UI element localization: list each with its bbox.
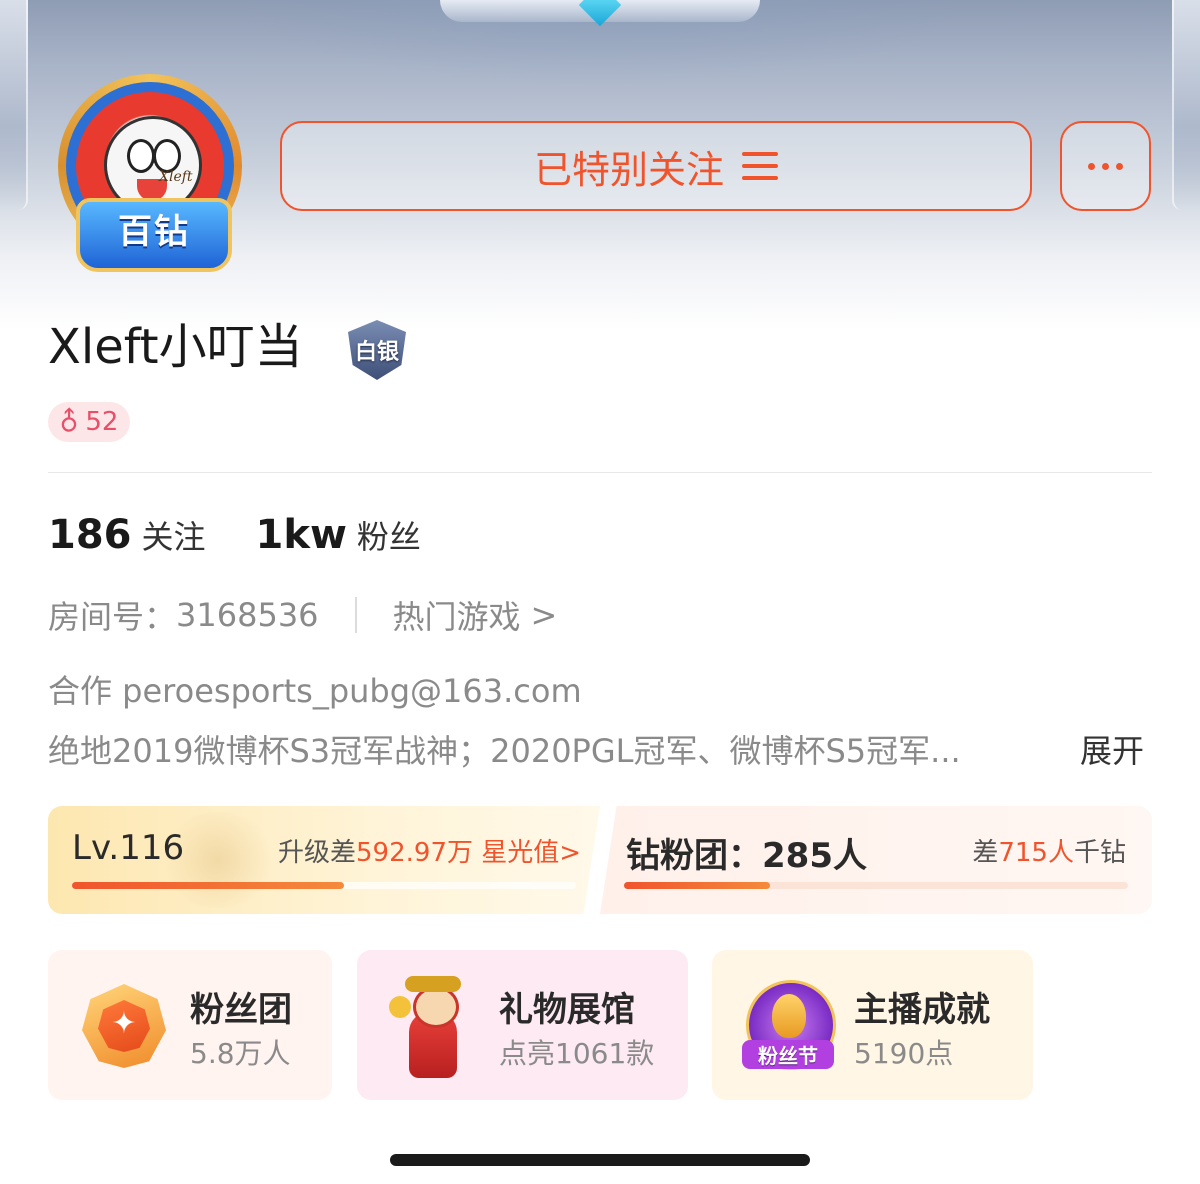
follow-stats: 186 关注 1kw 粉丝: [48, 512, 421, 558]
bio-description: 绝地2019微博杯S3冠军战神；2020PGL冠军、微博杯S5冠军...: [48, 732, 961, 770]
avatar[interactable]: Xleft 百钻: [58, 74, 248, 272]
fans-count[interactable]: 1kw: [256, 512, 347, 558]
diamond-fan-gap: 差715人千钻: [972, 838, 1126, 868]
level-progress-bar: [72, 882, 576, 889]
fans-label[interactable]: 粉丝: [357, 512, 421, 558]
age-value: 52: [85, 407, 119, 437]
divider: [48, 472, 1152, 473]
room-label: 房间号：: [48, 598, 177, 636]
menu-lines-icon: [742, 152, 778, 180]
level-upgrade-info: 升级差592.97万 星光值>: [278, 838, 582, 868]
decorative-frame: [0, 0, 1200, 210]
special-follow-button[interactable]: 已特别关注: [280, 121, 1032, 211]
god-of-wealth-gift-icon: [385, 972, 481, 1082]
follow-button-label: 已特别关注: [533, 147, 724, 192]
rank-badge[interactable]: 白银: [342, 318, 412, 382]
level-card[interactable]: Lv.116 升级差592.97万 星光值>: [48, 806, 600, 914]
following-label[interactable]: 关注: [142, 512, 206, 558]
level-progress-fill: [72, 882, 345, 889]
fan-club-tile[interactable]: ✦ 粉丝团 5.8万人: [48, 950, 332, 1100]
tile-subtitle: 点亮1061款: [499, 1037, 655, 1070]
diamond-fan-title: 钻粉团：285人: [626, 836, 867, 876]
more-dots-icon: [1088, 162, 1095, 170]
room-id[interactable]: 3168536: [176, 596, 319, 634]
following-count[interactable]: 186: [48, 512, 132, 558]
chevron-right-icon[interactable]: >: [531, 596, 558, 634]
level-value: Lv.116: [72, 828, 185, 868]
expand-bio-button[interactable]: 展开: [1080, 726, 1144, 772]
room-info-row: 房间号： 3168536 热门游戏 >: [48, 592, 557, 638]
tile-title: 主播成就: [854, 990, 990, 1030]
diamond-fan-progress-fill: [624, 882, 771, 889]
achievements-tile[interactable]: 粉丝节 主播成就 5190点: [712, 950, 1033, 1100]
fan-club-star-icon: ✦: [78, 980, 170, 1072]
more-button[interactable]: [1060, 121, 1151, 211]
bio-contact: 合作 peroesports_pubg@163.com: [48, 672, 582, 710]
diamond-fan-card[interactable]: 钻粉团：285人 差715人千钻: [600, 806, 1152, 914]
tile-title: 粉丝团: [190, 990, 292, 1030]
streamer-name: Xleft小叮当: [48, 319, 303, 375]
hot-games-link[interactable]: 热门游戏: [393, 592, 521, 638]
tile-title: 礼物展馆: [499, 990, 635, 1030]
fan-festival-gourd-icon: 粉丝节: [742, 976, 836, 1076]
gender-age-tag: ♂ 52: [48, 402, 131, 442]
diamond-fan-progress-bar: [624, 882, 1128, 889]
home-indicator[interactable]: [390, 1154, 810, 1166]
gift-gallery-tile[interactable]: 礼物展馆 点亮1061款: [357, 950, 688, 1100]
tile-subtitle: 5.8万人: [190, 1037, 291, 1070]
separator: [354, 597, 357, 633]
tile-subtitle: 5190点: [854, 1037, 954, 1070]
male-icon: ♂: [50, 403, 89, 441]
avatar-level-badge: 百钻: [76, 198, 232, 272]
